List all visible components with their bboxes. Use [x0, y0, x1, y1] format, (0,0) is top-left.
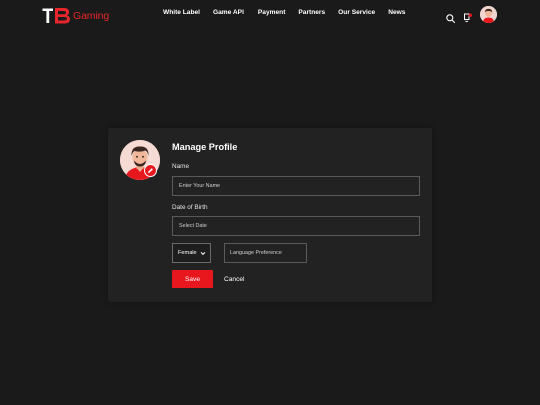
- page-title: Manage Profile: [172, 142, 238, 152]
- nav-item-payment[interactable]: Payment: [258, 9, 286, 16]
- search-icon[interactable]: [446, 10, 456, 24]
- nav-item-our-service[interactable]: Our Service: [338, 9, 375, 16]
- nav-item-news[interactable]: News: [388, 9, 405, 16]
- gender-select[interactable]: Female: [172, 243, 211, 263]
- brand-name: Gaming: [73, 9, 110, 22]
- top-navigation-bar: Gaming White Label Game API Payment Part…: [0, 0, 540, 30]
- date-of-birth-input[interactable]: Select Date: [172, 216, 420, 236]
- nav-item-game-api[interactable]: Game API: [213, 9, 244, 16]
- pencil-icon: [148, 168, 153, 173]
- cancel-button[interactable]: Cancel: [224, 270, 245, 288]
- tb-logo-mark-icon: [42, 7, 72, 24]
- user-avatar[interactable]: [480, 6, 497, 23]
- edit-profile-picture-button[interactable]: [144, 164, 157, 177]
- name-input[interactable]: Enter Your Name: [172, 176, 420, 196]
- manage-profile-card: Manage Profile Name Enter Your Name Date…: [108, 128, 432, 302]
- language-preference-input[interactable]: Language Preference: [224, 243, 307, 263]
- nav-item-white-label[interactable]: White Label: [163, 9, 200, 16]
- name-label: Name: [172, 163, 190, 170]
- save-button[interactable]: Save: [172, 270, 213, 288]
- date-of-birth-label: Date of Birth: [172, 204, 208, 211]
- nav-item-partners[interactable]: Partners: [298, 9, 325, 16]
- gender-select-value: Female: [178, 250, 197, 256]
- chevron-down-icon: [200, 251, 206, 256]
- notification-bell-icon[interactable]: [463, 10, 473, 23]
- main-nav: White Label Game API Payment Partners Ou…: [163, 9, 405, 16]
- brand-logo[interactable]: Gaming: [42, 7, 109, 24]
